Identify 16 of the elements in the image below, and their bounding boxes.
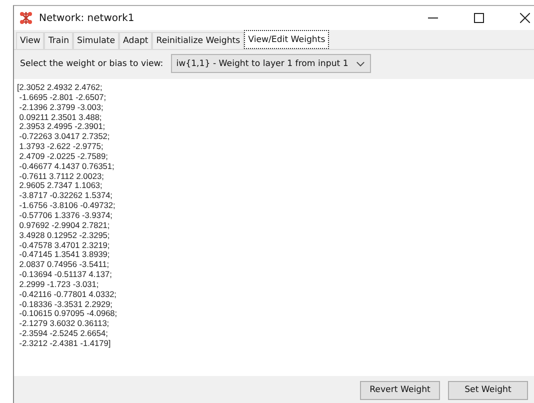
selector-label: Select the weight or bias to view: [20, 58, 164, 68]
tab[interactable]: Adapt [119, 32, 152, 49]
tab[interactable]: Reinitialize Weights [152, 32, 244, 49]
set-weight-button[interactable]: Set Weight [448, 380, 528, 400]
close-icon[interactable] [520, 13, 530, 23]
window-title: Network: network1 [39, 12, 134, 24]
weight-text-area[interactable]: [2.3052 2.4932 2.4762; -1.6695 -2.801 -2.6507; -2.1396 2.3799 -3.003; 0.09211 2.3501 3.488; 2.3953 2.4995 -2.3901; -0.72263 3.0417 2.7352; 1.3793 -2.622 -2.9775; 2.4709 -2.0225 -2.7589; -0.46677 4.1437 0.76351; -0.7611 3.7112 2.0023; 2.9605 2.7347 1.1063; -3.8717 -0.32262 1.5374; -1.6756 -3.8106 -0.49732; -0.57706 1.3376 -3.9374; 0.97692 -2.9904 2.7821; 3.4928 0.12952 -2.3295; -0.47578 3.4701 2.3219; -0.47145 1.3541 3.8939; 2.0837 0.74956 -3.5411; -0.13694 -0.51137 4.137; 2.2999 -1.723 -3.031; -0.42116 -0.77801 4.0332; -0.18336 -3.3531 2.2929; -0.10615 0.97095 -4.0968; -2.1279 3.6032 0.36113; -2.3594 -2.5245 2.6654; -2.3212 -2.4381 -1.4179] [14, 79, 534, 376]
tab[interactable]: View [16, 32, 44, 49]
network-icon [19, 11, 33, 25]
tab[interactable]: View/Edit Weights [244, 30, 330, 49]
tab[interactable]: Train [44, 32, 74, 49]
maximize-icon[interactable] [474, 13, 484, 23]
weight-dropdown[interactable]: iw{1,1} - Weight to layer 1 from input 1 [171, 54, 372, 73]
revert-weight-button[interactable]: Revert Weight [360, 380, 440, 400]
caret-icon [356, 60, 366, 66]
tab[interactable]: Simulate [73, 32, 120, 49]
